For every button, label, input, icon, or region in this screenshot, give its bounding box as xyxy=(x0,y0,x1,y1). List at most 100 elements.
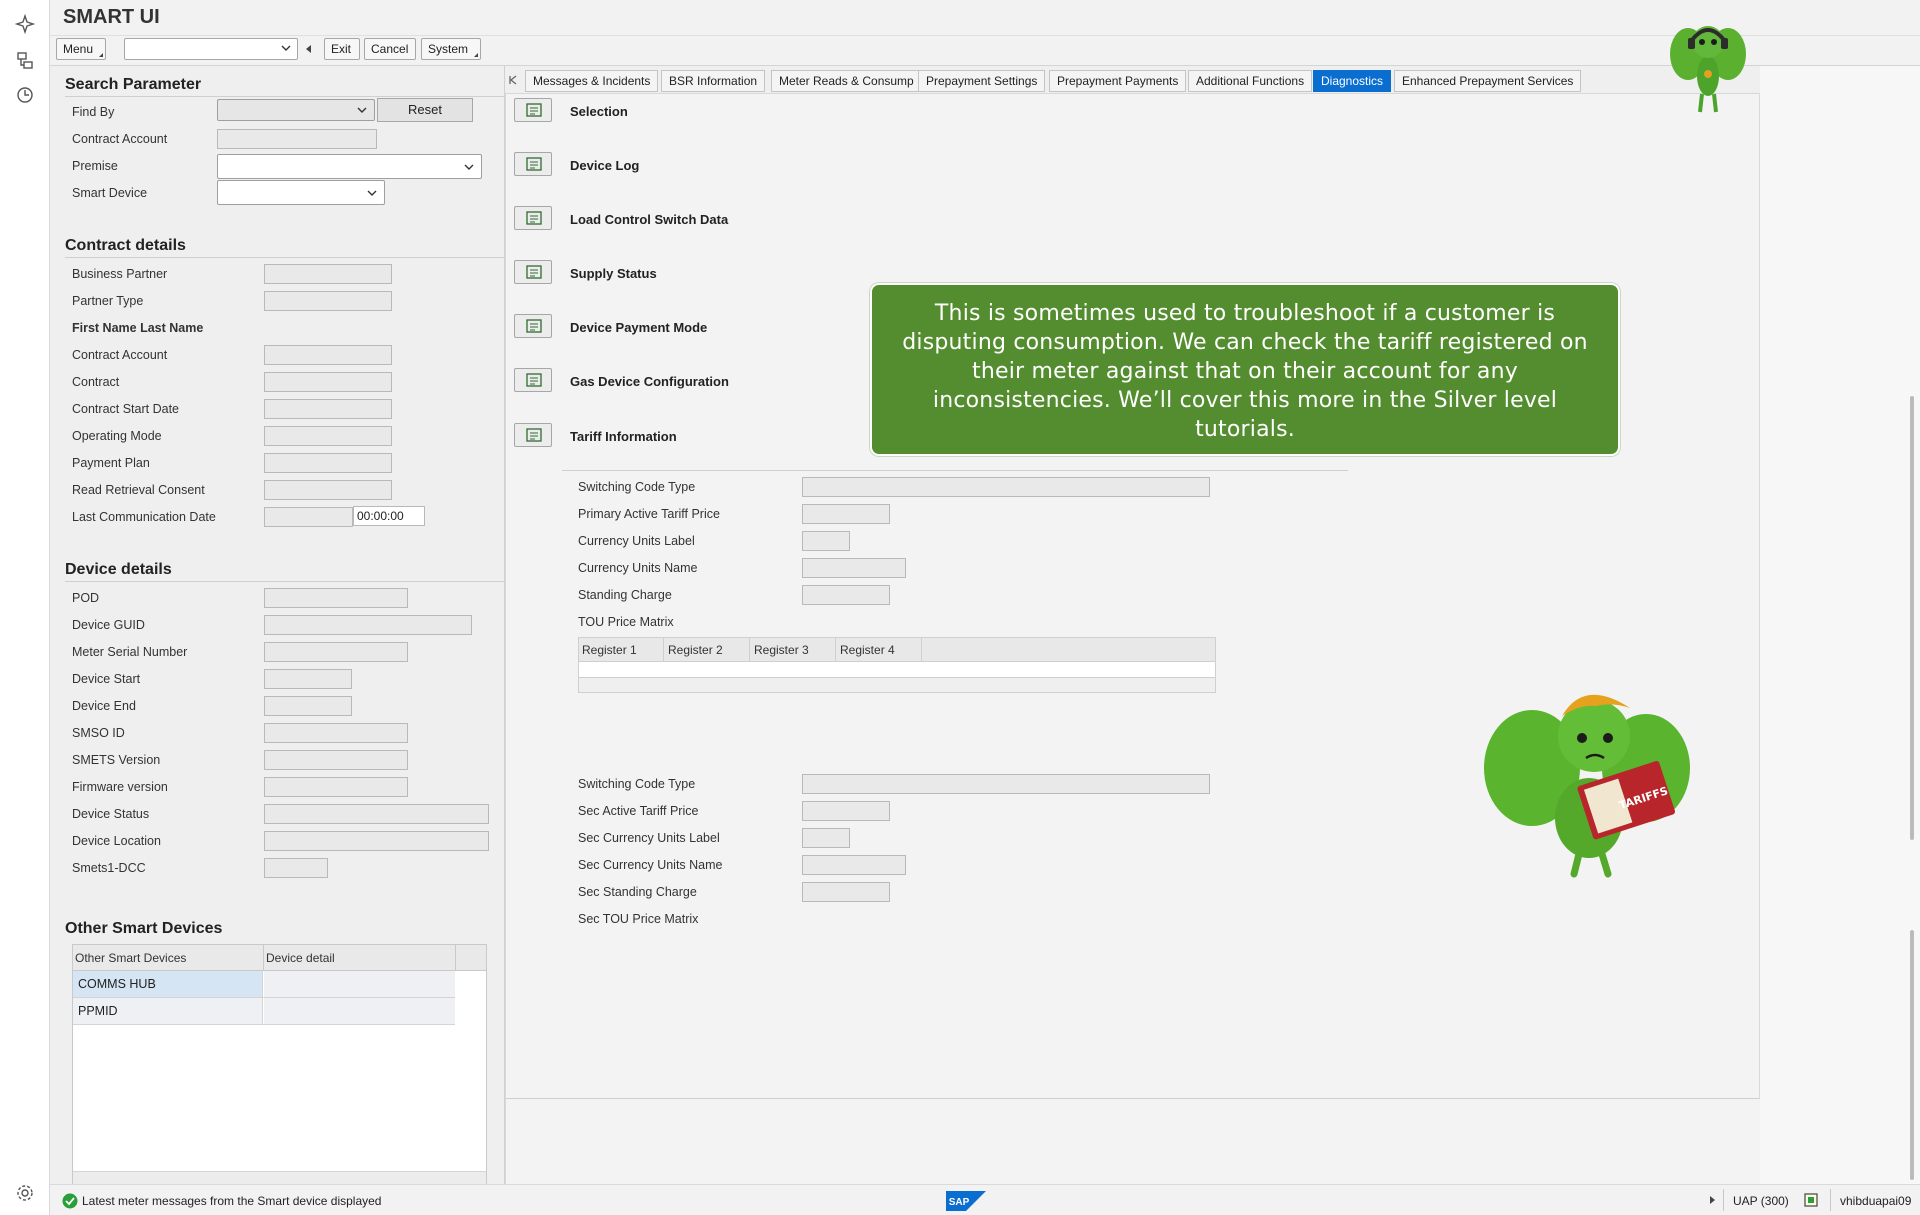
sparkle-icon[interactable] xyxy=(15,14,35,34)
switching-code-type-label: Switching Code Type xyxy=(578,480,696,494)
pod-field[interactable] xyxy=(264,588,408,608)
vertical-scrollbar[interactable] xyxy=(1910,396,1914,840)
cancel-button[interactable]: Cancel xyxy=(364,38,416,60)
standing-charge-field[interactable] xyxy=(802,585,890,605)
load-control-switch-button[interactable] xyxy=(514,206,552,230)
details-icon xyxy=(526,428,542,442)
contract-label: Contract xyxy=(72,375,120,389)
smets-version-field[interactable] xyxy=(264,750,408,770)
device-detail-cell[interactable] xyxy=(264,998,455,1024)
currency-units-name-field[interactable] xyxy=(802,558,906,578)
other-smart-devices-title: Other Smart Devices xyxy=(65,920,223,937)
chevron-down-icon xyxy=(367,190,377,196)
reset-button[interactable]: Reset xyxy=(377,98,473,122)
right-panel: Messages & Incidents BSR Information Met… xyxy=(505,66,1920,1185)
device-start-field[interactable] xyxy=(264,669,352,689)
partner-type-field[interactable] xyxy=(264,291,392,311)
device-location-field[interactable] xyxy=(264,831,489,851)
switching-code-type-field[interactable] xyxy=(802,477,1210,497)
find-by-select[interactable] xyxy=(217,99,375,121)
system-button[interactable]: System xyxy=(421,38,481,60)
firmware-version-field[interactable] xyxy=(264,777,408,797)
payment-plan-field[interactable] xyxy=(264,453,392,473)
history-icon[interactable] xyxy=(15,85,35,105)
currency-units-label-label: Currency Units Label xyxy=(578,534,695,548)
divider xyxy=(65,581,505,582)
sec-standing-charge-label: Sec Standing Charge xyxy=(578,885,697,899)
command-field[interactable] xyxy=(124,38,298,60)
mascot-reading-image: TARIFFS xyxy=(1484,694,1690,878)
tab-enhanced-prepayment-services[interactable]: Enhanced Prepayment Services xyxy=(1394,70,1582,92)
details-icon xyxy=(526,319,542,333)
operating-mode-field[interactable] xyxy=(264,426,392,446)
find-by-label: Find By xyxy=(72,105,115,119)
tree-icon[interactable] xyxy=(15,50,35,70)
smets1-dcc-field[interactable] xyxy=(264,858,328,878)
device-name-cell[interactable]: COMMS HUB xyxy=(73,971,263,997)
contract-account-field[interactable] xyxy=(264,345,392,365)
table-row[interactable]: PPMID xyxy=(73,998,455,1025)
sec-currency-units-name-field[interactable] xyxy=(802,855,906,875)
read-retrieval-consent-field[interactable] xyxy=(264,480,392,500)
expand-status-icon[interactable] xyxy=(1710,1196,1715,1204)
device-name-cell[interactable]: PPMID xyxy=(73,998,263,1024)
last-communication-time-field[interactable]: 00:00:00 xyxy=(353,506,425,526)
device-log-button[interactable] xyxy=(514,152,552,176)
first-tab-icon[interactable] xyxy=(508,75,518,85)
sec-switching-code-type-label: Switching Code Type xyxy=(578,777,696,791)
device-payment-mode-label: Device Payment Mode xyxy=(570,320,708,335)
sec-currency-units-label-field[interactable] xyxy=(802,828,850,848)
business-partner-field[interactable] xyxy=(264,264,392,284)
last-communication-date-field[interactable] xyxy=(264,507,353,527)
exit-button[interactable]: Exit xyxy=(324,38,360,60)
table-footer xyxy=(579,677,1215,692)
settings-icon[interactable] xyxy=(15,1183,35,1203)
smets1-dcc-label: Smets1-DCC xyxy=(72,861,146,875)
smart-device-select[interactable] xyxy=(217,180,385,205)
operating-mode-label: Operating Mode xyxy=(72,429,162,443)
sec-active-tariff-price-field[interactable] xyxy=(802,801,890,821)
contract-account-input[interactable] xyxy=(217,129,377,149)
tab-prepayment-payments[interactable]: Prepayment Payments xyxy=(1049,70,1187,92)
gas-device-configuration-button[interactable] xyxy=(514,368,552,392)
cancel-button-label: Cancel xyxy=(371,42,409,56)
contract-field[interactable] xyxy=(264,372,392,392)
device-end-field[interactable] xyxy=(264,696,352,716)
divider xyxy=(65,96,505,97)
sap-logo: SAP xyxy=(946,1191,986,1211)
sec-active-tariff-price-label: Sec Active Tariff Price xyxy=(578,804,699,818)
tab-bsr-information[interactable]: BSR Information xyxy=(661,70,766,92)
sec-standing-charge-field[interactable] xyxy=(802,882,890,902)
partner-type-label: Partner Type xyxy=(72,294,144,308)
tariff-information-button[interactable] xyxy=(514,423,552,447)
device-status-field[interactable] xyxy=(264,804,489,824)
device-payment-mode-button[interactable] xyxy=(514,314,552,338)
currency-units-label-field[interactable] xyxy=(802,531,850,551)
lock-icon[interactable] xyxy=(1804,1192,1818,1208)
selection-details-button[interactable] xyxy=(514,98,552,122)
premise-select[interactable] xyxy=(217,154,482,179)
collapse-arrow-icon[interactable] xyxy=(306,45,311,53)
meter-serial-number-field[interactable] xyxy=(264,642,408,662)
tab-meter-reads[interactable]: Meter Reads & Consump xyxy=(771,70,922,92)
device-guid-field[interactable] xyxy=(264,615,472,635)
supply-status-button[interactable] xyxy=(514,260,552,284)
app-window: SMART UI Menu Exit Cancel System Search … xyxy=(50,0,1920,1215)
app-title: SMART UI xyxy=(63,6,160,28)
menu-button[interactable]: Menu xyxy=(56,38,106,60)
tab-messages-incidents[interactable]: Messages & Incidents xyxy=(525,70,659,92)
tab-prepayment-settings[interactable]: Prepayment Settings xyxy=(918,70,1046,92)
business-partner-label: Business Partner xyxy=(72,267,168,281)
primary-active-tariff-price-field[interactable] xyxy=(802,504,890,524)
contract-start-date-label: Contract Start Date xyxy=(72,402,179,416)
contract-start-date-field[interactable] xyxy=(264,399,392,419)
table-row[interactable]: COMMS HUB xyxy=(73,971,455,998)
tab-additional-functions[interactable]: Additional Functions xyxy=(1188,70,1313,92)
svg-text:SAP: SAP xyxy=(949,1197,970,1208)
device-detail-cell[interactable] xyxy=(264,971,455,997)
smso-id-field[interactable] xyxy=(264,723,408,743)
tab-diagnostics[interactable]: Diagnostics xyxy=(1313,70,1392,92)
customer-name: First Name Last Name xyxy=(72,321,204,335)
sec-switching-code-type-field[interactable] xyxy=(802,774,1210,794)
vertical-scrollbar[interactable] xyxy=(1910,930,1914,1180)
